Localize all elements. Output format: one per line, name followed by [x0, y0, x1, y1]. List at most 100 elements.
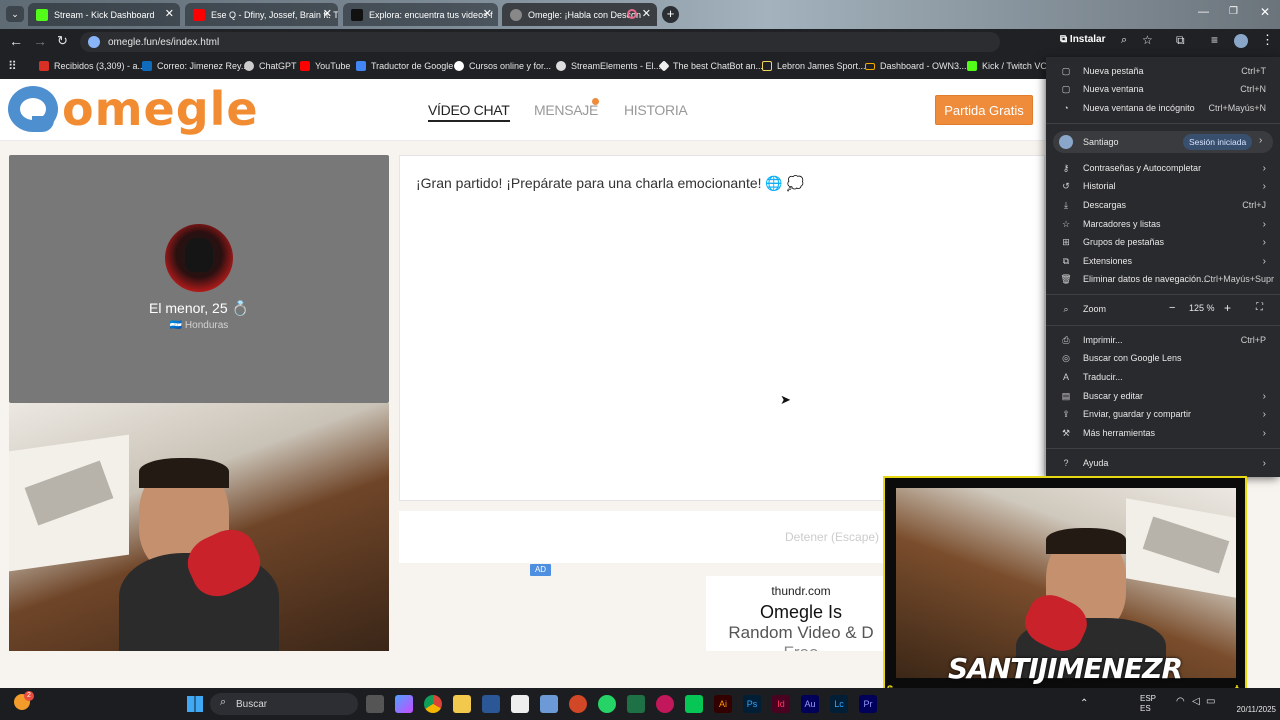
back-icon[interactable]: ←	[9, 33, 23, 49]
indesign-icon[interactable]: Id	[772, 695, 790, 713]
profile-avatar[interactable]	[1234, 34, 1248, 48]
menu-item-extensions[interactable]: ⧉ Extensiones ›	[1046, 252, 1280, 270]
store-icon[interactable]	[540, 695, 558, 713]
new-tab-button[interactable]: +	[662, 6, 679, 23]
nav-mensaje[interactable]: MENSAJE	[534, 102, 598, 118]
zoom-out-button[interactable]: −	[1169, 302, 1175, 314]
copilot-icon[interactable]	[395, 695, 413, 713]
chevron-right-icon: ›	[1262, 255, 1266, 267]
recording-icon	[627, 9, 637, 19]
menu-label: Buscar con Google Lens	[1083, 353, 1182, 363]
powerpoint-icon[interactable]	[569, 695, 587, 713]
ad-banner[interactable]: thundr.com Omegle Is Random Video & D Fr…	[706, 576, 896, 651]
lightroom-icon[interactable]: Lc	[830, 695, 848, 713]
omegle-logo-icon[interactable]	[8, 86, 58, 132]
zoom-icon[interactable]: ⌕	[1121, 34, 1127, 47]
bookmark-item[interactable]: Correo: Jimenez Rey...	[142, 61, 248, 71]
tab-omegle[interactable]: Omegle: ¡Habla con Descon ✕	[502, 3, 657, 26]
bookmark-item[interactable]: Recibidos (3,309) - a...	[39, 61, 145, 71]
close-window-icon[interactable]: ✕	[1260, 5, 1270, 19]
obs-icon[interactable]	[656, 695, 674, 713]
line-icon[interactable]	[685, 695, 703, 713]
minimize-icon[interactable]: —	[1198, 6, 1209, 18]
close-tab-icon[interactable]: ✕	[642, 7, 651, 20]
menu-kebab-icon[interactable]: ⋮	[1261, 32, 1274, 48]
address-bar[interactable]: omegle.fun/es/index.html	[80, 32, 1000, 52]
menu-item-print[interactable]: ⎙ Imprimir... Ctrl+P	[1046, 331, 1280, 349]
menu-item-new-tab[interactable]: ▢ Nueva pestaña Ctrl+T	[1046, 62, 1280, 80]
ad-badge: AD	[530, 564, 551, 576]
menu-item-translate[interactable]: A Traducir...	[1046, 368, 1280, 386]
illustrator-icon[interactable]: Ai	[714, 695, 732, 713]
outlook-icon	[142, 61, 152, 71]
help-icon: ?	[1063, 458, 1069, 468]
reload-icon[interactable]: ↻	[57, 33, 68, 49]
fullscreen-icon[interactable]: ⛶	[1256, 302, 1263, 313]
ad-subtitle-2: Free	[706, 643, 896, 651]
chevron-up-icon[interactable]: ⌃	[1080, 698, 1088, 709]
bookmark-item[interactable]: StreamElements - El...	[556, 61, 661, 71]
chat-message: ¡Gran partido! ¡Prepárate para una charl…	[416, 175, 805, 191]
windows-start-icon[interactable]	[187, 696, 203, 712]
taskbar-search[interactable]: ⌕ Buscar	[210, 693, 358, 715]
menu-item-clear-data[interactable]: 🗑 Eliminar datos de navegación... Ctrl+May…	[1046, 270, 1280, 288]
bookmark-item[interactable]: Traductor de Google	[356, 61, 453, 71]
photoshop-icon[interactable]: Ps	[743, 695, 761, 713]
menu-item-downloads[interactable]: ⤓ Descargas Ctrl+J	[1046, 196, 1280, 214]
menu-item-bookmarks[interactable]: ☆ Marcadores y listas ›	[1046, 215, 1280, 233]
menu-item-incognito[interactable]: ◔ Nueva ventana de incógnito Ctrl+Mayús+N	[1046, 99, 1280, 117]
tab-kick[interactable]: Stream - Kick Dashboard ✕	[28, 3, 180, 26]
media-icon[interactable]: ≡	[1211, 33, 1218, 47]
file-explorer-icon[interactable]	[453, 695, 471, 713]
menu-profile[interactable]: Santiago Sesión iniciada ›	[1053, 131, 1273, 153]
close-tab-icon[interactable]: ✕	[323, 7, 332, 20]
menu-item-help[interactable]: ? Ayuda ›	[1046, 454, 1280, 472]
nav-historia[interactable]: HISTORIA	[624, 102, 688, 118]
volume-icon[interactable]: ◁	[1192, 696, 1200, 707]
site-logo[interactable]: omegle	[62, 82, 259, 136]
bookmark-item[interactable]: Dashboard - OWN3...	[865, 61, 967, 71]
nav-video-chat[interactable]: VÍDEO CHAT	[428, 102, 510, 122]
apps-grid-icon[interactable]: ⠿	[8, 59, 17, 73]
install-button[interactable]: ⧉ Instalar	[1060, 34, 1106, 45]
forward-icon[interactable]: →	[33, 33, 47, 49]
wifi-icon[interactable]: ◠	[1176, 696, 1185, 707]
tab-search-icon[interactable]: ⌄	[6, 6, 24, 22]
audition-icon[interactable]: Au	[801, 695, 819, 713]
extensions-icon[interactable]: ⧉	[1176, 33, 1185, 48]
menu-item-find-edit[interactable]: ▤ Buscar y editar ›	[1046, 387, 1280, 405]
menu-item-tab-groups[interactable]: ⊞ Grupos de pestañas ›	[1046, 233, 1280, 251]
page-icon	[762, 61, 772, 71]
bookmark-item[interactable]: ChatGPT	[244, 61, 297, 71]
premiere-icon[interactable]: Pr	[859, 695, 877, 713]
menu-item-google-lens[interactable]: ◎ Buscar con Google Lens	[1046, 349, 1280, 367]
word-icon[interactable]	[482, 695, 500, 713]
task-view-icon[interactable]	[366, 695, 384, 713]
close-tab-icon[interactable]: ✕	[165, 7, 174, 20]
whatsapp-icon[interactable]	[598, 695, 616, 713]
menu-item-more-tools[interactable]: ⚒ Más herramientas ›	[1046, 424, 1280, 442]
stop-button[interactable]: Detener (Escape)	[785, 530, 879, 544]
bookmark-item[interactable]: Kick / Twitch VOD	[967, 61, 1054, 71]
capcut-icon[interactable]	[511, 695, 529, 713]
language-indicator[interactable]: ESP ES	[1140, 694, 1170, 714]
tab-tiktok[interactable]: Explora: encuentra tus videos f ✕	[343, 3, 498, 26]
menu-item-passwords[interactable]: ⚷ Contraseñas y Autocompletar ›	[1046, 159, 1280, 177]
zoom-in-button[interactable]: +	[1224, 301, 1231, 315]
menu-item-new-window[interactable]: ▢ Nueva ventana Ctrl+N	[1046, 80, 1280, 98]
site-info-icon[interactable]	[88, 36, 100, 48]
bookmark-item[interactable]: Cursos online y for...	[454, 61, 551, 71]
menu-item-history[interactable]: ↺ Historial ›	[1046, 177, 1280, 195]
menu-item-share[interactable]: ⇪ Enviar, guardar y compartir ›	[1046, 405, 1280, 423]
chrome-icon[interactable]	[424, 695, 442, 713]
maximize-icon[interactable]: ❐	[1229, 6, 1238, 17]
bookmark-item[interactable]: YouTube	[300, 61, 350, 71]
chat-log[interactable]	[399, 155, 1045, 501]
bookmark-item[interactable]: The best ChatBot an...	[658, 60, 763, 72]
close-tab-icon[interactable]: ✕	[483, 7, 492, 20]
tab-youtube[interactable]: Ese Q - Dfiny, Jossef, Brain ft. Ta ✕	[185, 3, 338, 26]
partida-gratis-button[interactable]: Partida Gratis	[935, 95, 1033, 125]
excel-icon[interactable]	[627, 695, 645, 713]
bookmark-star-icon[interactable]: ☆	[1142, 33, 1153, 47]
bookmark-item[interactable]: Lebron James Sport...	[762, 61, 866, 71]
